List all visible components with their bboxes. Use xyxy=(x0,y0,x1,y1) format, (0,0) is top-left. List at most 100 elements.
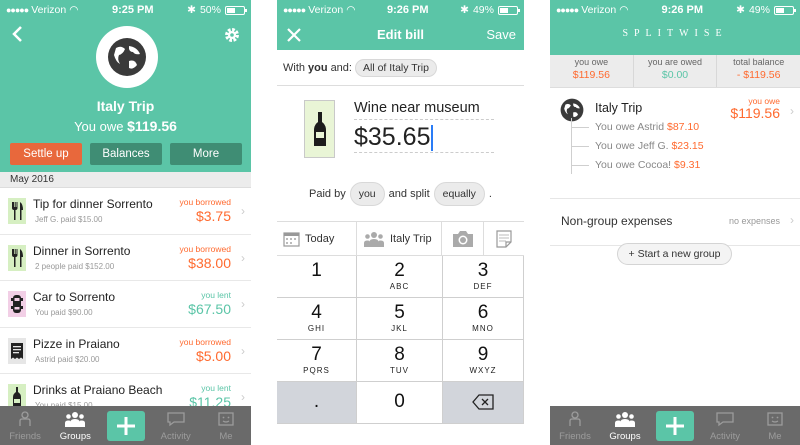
date-button[interactable]: Today xyxy=(277,222,357,255)
key-8[interactable]: 8 TUV xyxy=(357,340,443,382)
signal-icon: ●●●●● xyxy=(6,5,29,15)
non-group-label: Non-group expenses xyxy=(561,214,673,228)
notes-button[interactable] xyxy=(484,222,524,255)
backspace-icon xyxy=(472,394,494,410)
gear-icon[interactable] xyxy=(223,26,241,44)
expense-row[interactable]: Tip for dinner Sorrento Jeff G. paid $15… xyxy=(0,188,251,235)
key-6[interactable]: 6 MNO xyxy=(443,298,524,340)
group-item[interactable]: Italy Trip you owe $119.56 › You owe Ast… xyxy=(550,88,800,192)
start-new-group-button[interactable]: + Start a new group xyxy=(617,243,732,265)
tab-label: Me xyxy=(219,431,233,442)
receipt-icon xyxy=(8,337,26,364)
key-digit: 5 xyxy=(394,302,405,323)
note-icon xyxy=(496,229,512,248)
fork-knife-icon xyxy=(8,198,26,224)
expense-amount: $5.00 xyxy=(195,347,231,364)
balances-button[interactable]: Balances xyxy=(90,143,162,165)
camera-button[interactable] xyxy=(442,222,484,255)
wifi-icon: ◠ xyxy=(346,4,356,16)
chevron-right-icon: › xyxy=(241,204,245,218)
owe-summary: You owe $119.56 xyxy=(0,118,251,134)
amount-input[interactable]: $35.65 xyxy=(354,123,494,153)
globe-icon xyxy=(560,98,584,122)
debt-text: You owe Astrid xyxy=(595,121,667,133)
expense-status: you borrowed xyxy=(179,243,231,254)
more-button[interactable]: More xyxy=(170,143,242,165)
chevron-right-icon: › xyxy=(241,250,245,265)
add-expense-button[interactable] xyxy=(650,406,700,445)
key-digit: 8 xyxy=(394,344,405,365)
with-group-chip[interactable]: All of Italy Trip xyxy=(354,58,437,77)
back-chevron-icon[interactable] xyxy=(8,24,28,44)
key-1[interactable]: 1 xyxy=(277,256,357,298)
payer-chip[interactable]: you xyxy=(349,181,385,206)
clock-label: 9:26 PM xyxy=(386,4,429,16)
split-method-chip[interactable]: equally xyxy=(433,181,485,206)
balance-label: you owe xyxy=(574,57,609,67)
expense-amount: $3.75 xyxy=(195,208,231,224)
paid-by-label: Paid by xyxy=(309,187,346,200)
key-7[interactable]: 7 PQRS xyxy=(277,340,357,382)
key-0[interactable]: 0 xyxy=(357,382,443,424)
plus-icon xyxy=(116,416,135,435)
chevron-right-icon: › xyxy=(790,104,794,118)
tab-me[interactable]: Me xyxy=(750,406,800,445)
bluetooth-icon: ✱ xyxy=(187,4,196,16)
key-letters: TUV xyxy=(390,366,409,375)
tab-me[interactable]: Me xyxy=(201,406,251,445)
expense-amount: $67.50 xyxy=(188,301,231,318)
key-digit: 0 xyxy=(394,391,405,412)
key-backspace[interactable] xyxy=(443,382,524,424)
expense-row[interactable]: Car to Sorrento You paid $90.00 you lent… xyxy=(0,281,251,328)
chevron-right-icon: › xyxy=(790,213,794,227)
battery-percent: 49% xyxy=(472,4,494,16)
clock-label: 9:26 PM xyxy=(661,4,704,16)
key-letters: PQRS xyxy=(303,366,330,375)
expense-row[interactable]: Pizze in Praiano Astrid paid $20.00 you … xyxy=(0,328,251,375)
key-9[interactable]: 9 WXYZ xyxy=(443,340,524,382)
clock-label: 9:25 PM xyxy=(111,4,154,16)
chevron-right-icon: › xyxy=(241,390,245,405)
tab-groups[interactable]: Groups xyxy=(50,406,100,445)
non-group-expenses-row[interactable]: Non-group expenses no expenses › xyxy=(550,198,800,246)
balance-label: you are owed xyxy=(647,57,703,67)
expense-payer: You paid $90.00 xyxy=(35,308,93,318)
balance-value: $119.56 xyxy=(572,69,610,81)
wifi-icon: ◠ xyxy=(69,4,79,16)
expense-status: you borrowed xyxy=(179,336,231,347)
tab-friends[interactable]: Friends xyxy=(550,406,600,445)
key-digit: 9 xyxy=(477,344,489,365)
expense-status: you borrowed xyxy=(179,197,231,207)
status-bar: ●●●●● Verizon ◠ 9:26 PM ✱ 49% xyxy=(277,0,524,20)
tab-groups[interactable]: Groups xyxy=(600,406,650,445)
debt-line: You owe Jeff G. $23.15 xyxy=(595,140,704,152)
number-keypad: 1 2 ABC 3 DEF 4 GHI 5 JKL 6 MNO 7 PQRS 8 TUV 9W… xyxy=(277,256,524,424)
group-detail-screen: ●●●●● Verizon ◠ 9:25 PM ✱ 50% Italy Trip Yo… xyxy=(0,0,251,445)
group-label: Italy Trip xyxy=(390,232,432,245)
tab-activity[interactable]: Activity xyxy=(151,406,201,445)
description-input[interactable]: Wine near museum xyxy=(354,100,494,120)
tree-branch xyxy=(571,127,589,128)
key-5[interactable]: 5 JKL xyxy=(357,298,443,340)
tab-label: Friends xyxy=(559,431,591,442)
save-button[interactable]: Save xyxy=(486,27,516,42)
key-2[interactable]: 2 ABC xyxy=(357,256,443,298)
tab-friends[interactable]: Friends xyxy=(0,406,50,445)
key-4[interactable]: 4 GHI xyxy=(277,298,357,340)
debt-amount: $87.10 xyxy=(667,121,700,133)
key-digit: 3 xyxy=(477,260,489,281)
group-select-button[interactable]: Italy Trip xyxy=(357,222,442,255)
expense-row[interactable]: Dinner in Sorrento 2 people paid $152.00… xyxy=(0,235,251,282)
add-expense-button[interactable] xyxy=(100,406,150,445)
key-3[interactable]: 3 DEF xyxy=(443,256,524,298)
tab-activity[interactable]: Activity xyxy=(700,406,750,445)
and-split-label: and split xyxy=(388,187,430,200)
key-decimal[interactable]: . xyxy=(277,382,357,424)
settle-up-button[interactable]: Settle up xyxy=(10,143,82,165)
bottle-icon xyxy=(313,112,326,146)
person-icon xyxy=(19,411,31,426)
battery-percent: 50% xyxy=(199,4,221,16)
owe-amount: $119.56 xyxy=(127,118,177,134)
group-avatar xyxy=(96,26,158,88)
category-button[interactable] xyxy=(304,100,335,158)
